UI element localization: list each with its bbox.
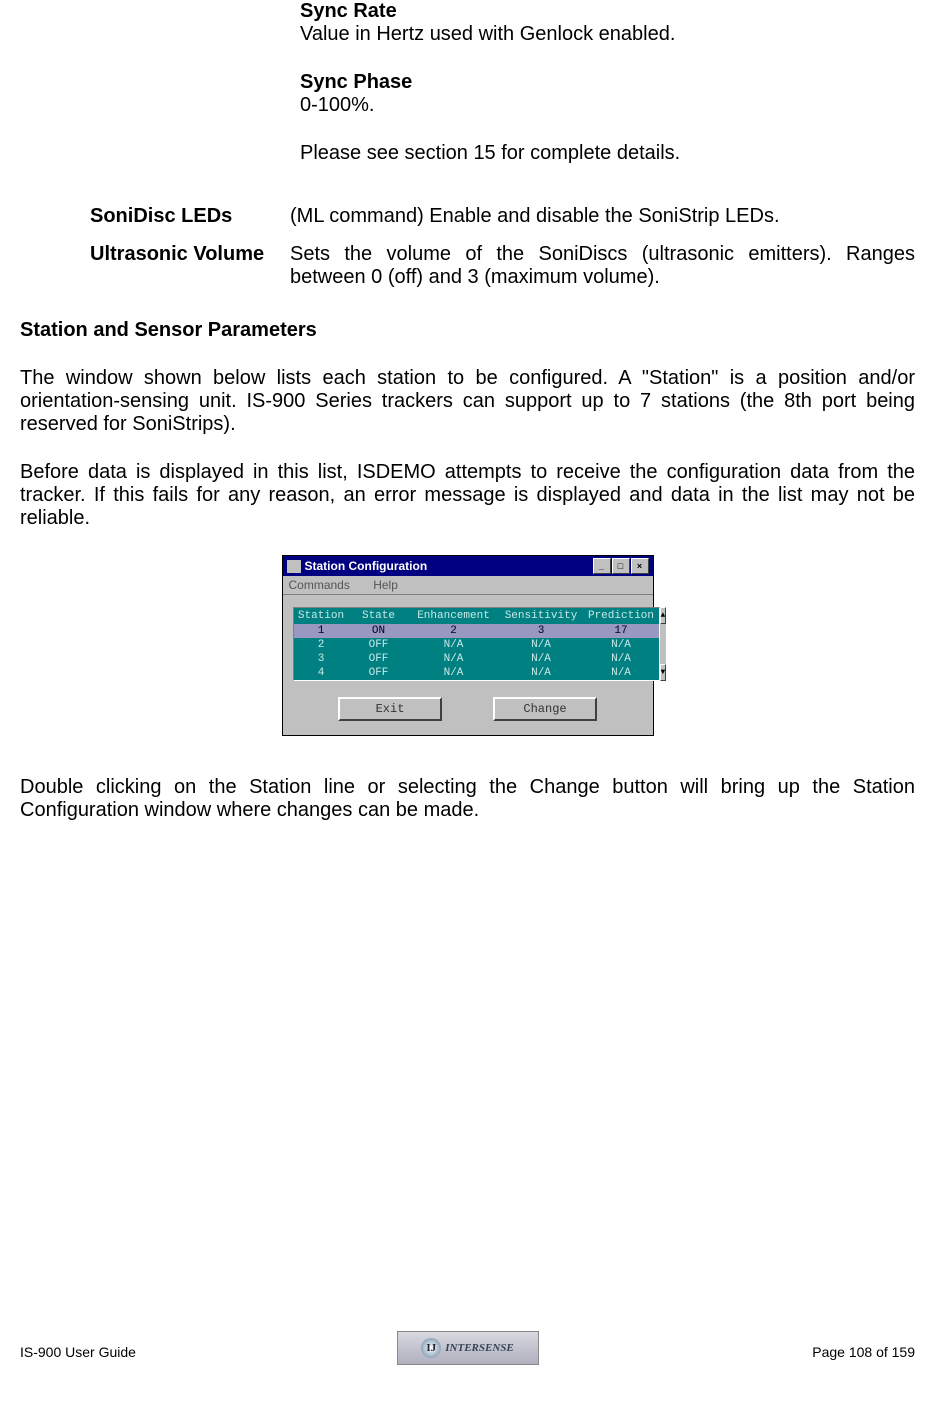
sync-rate-label: Sync Rate: [300, 0, 915, 23]
table-cell: ON: [349, 625, 409, 637]
window-title: Station Configuration: [305, 559, 428, 573]
paragraph-2: Before data is displayed in this list, I…: [20, 461, 915, 530]
table-cell: 1: [294, 625, 349, 637]
table-cell: N/A: [499, 653, 584, 665]
menu-help[interactable]: Help: [373, 578, 398, 592]
change-button[interactable]: Change: [493, 697, 597, 721]
table-cell: OFF: [349, 667, 409, 679]
station-configuration-window: Station Configuration _ □ × Commands Hel…: [282, 555, 654, 736]
table-cell: N/A: [409, 667, 499, 679]
col-enhancement: Enhancement: [409, 610, 499, 622]
station-table[interactable]: Station State Enhancement Sensitivity Pr…: [293, 607, 660, 681]
table-cell: 3: [499, 625, 584, 637]
scroll-up-icon[interactable]: ▲: [660, 607, 667, 624]
scroll-down-icon[interactable]: ▼: [660, 664, 667, 681]
table-cell: 2: [409, 625, 499, 637]
sync-rate-text: Value in Hertz used with Genlock enabled…: [300, 23, 915, 46]
minimize-button[interactable]: _: [593, 558, 611, 574]
ultrasonic-volume-label: Ultrasonic Volume: [90, 243, 290, 289]
table-cell: N/A: [584, 667, 659, 679]
ultrasonic-volume-text: Sets the volume of the SoniDiscs (ultras…: [290, 243, 915, 289]
table-cell: 4: [294, 667, 349, 679]
scrollbar[interactable]: ▲ ▼: [660, 607, 667, 681]
table-cell: 2: [294, 639, 349, 651]
table-cell: 3: [294, 653, 349, 665]
footer-right: Page 108 of 159: [812, 1344, 915, 1360]
col-sensitivity: Sensitivity: [499, 610, 584, 622]
intersense-logo: IJ INTERSENSE: [397, 1331, 539, 1365]
table-cell: N/A: [499, 639, 584, 651]
table-cell: N/A: [409, 653, 499, 665]
menu-commands[interactable]: Commands: [289, 578, 350, 592]
sync-phase-text: 0-100%.: [300, 94, 915, 117]
paragraph-3: Double clicking on the Station line or s…: [20, 776, 915, 822]
table-row[interactable]: 1ON2317: [294, 624, 659, 638]
menubar: Commands Help: [283, 576, 653, 595]
window-icon: [287, 560, 301, 573]
maximize-button[interactable]: □: [612, 558, 630, 574]
table-cell: N/A: [499, 667, 584, 679]
see-section-note: Please see section 15 for complete detai…: [300, 142, 915, 165]
sync-phase-label: Sync Phase: [300, 71, 915, 94]
col-state: State: [349, 610, 409, 622]
exit-button[interactable]: Exit: [338, 697, 442, 721]
col-station: Station: [294, 610, 349, 622]
table-cell: N/A: [409, 639, 499, 651]
table-cell: OFF: [349, 653, 409, 665]
table-cell: N/A: [584, 653, 659, 665]
table-row[interactable]: 2OFFN/AN/AN/A: [294, 638, 659, 652]
table-header: Station State Enhancement Sensitivity Pr…: [294, 608, 659, 624]
logo-icon: IJ: [421, 1338, 441, 1358]
paragraph-1: The window shown below lists each statio…: [20, 367, 915, 436]
table-cell: OFF: [349, 639, 409, 651]
col-prediction: Prediction: [584, 610, 659, 622]
sonidisc-leds-text: (ML command) Enable and disable the Soni…: [290, 205, 915, 228]
table-row[interactable]: 4OFFN/AN/AN/A: [294, 666, 659, 680]
logo-text: INTERSENSE: [445, 1342, 513, 1354]
footer-left: IS-900 User Guide: [20, 1344, 136, 1360]
table-cell: 17: [584, 625, 659, 637]
table-cell: N/A: [584, 639, 659, 651]
window-titlebar[interactable]: Station Configuration _ □ ×: [283, 556, 653, 576]
sonidisc-leds-label: SoniDisc LEDs: [90, 205, 290, 228]
close-button[interactable]: ×: [631, 558, 649, 574]
table-row[interactable]: 3OFFN/AN/AN/A: [294, 652, 659, 666]
section-heading: Station and Sensor Parameters: [20, 319, 915, 342]
